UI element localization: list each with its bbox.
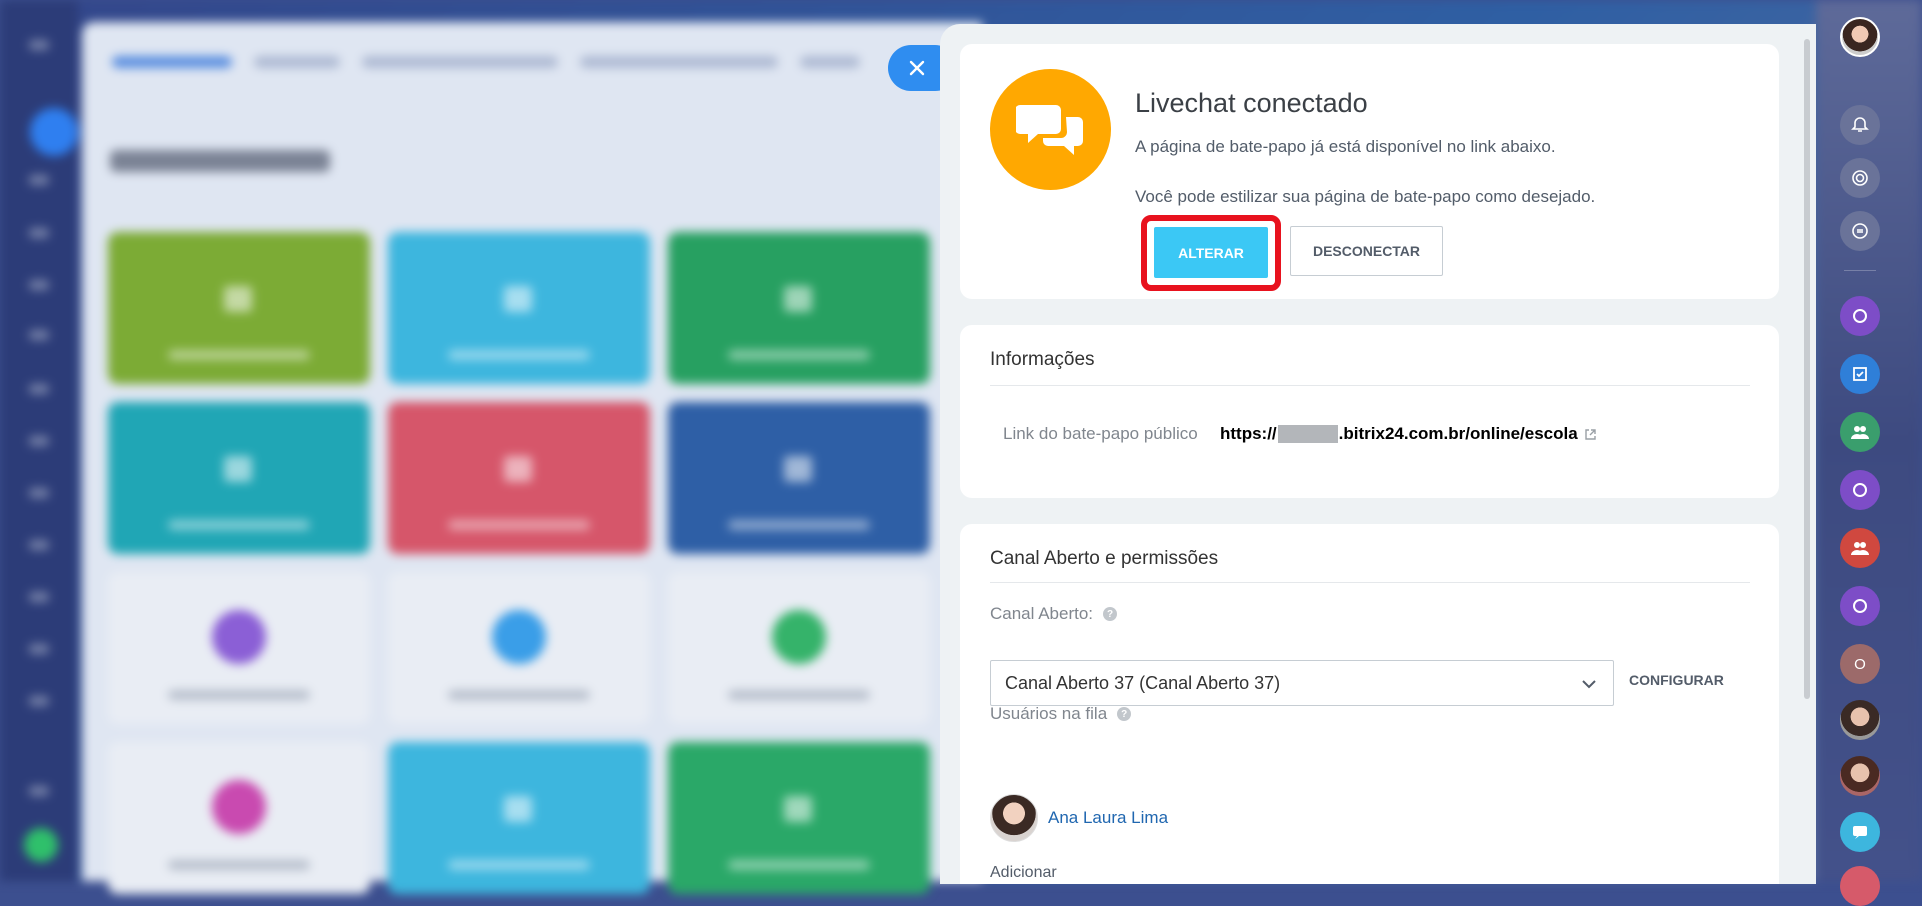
contact-chat-button[interactable] [1840,866,1880,906]
chevron-down-icon [1582,680,1596,689]
divider [990,385,1750,386]
information-title: Informações [990,349,1095,370]
livechat-settings-panel: Livechat conectado A página de bate-papo… [940,24,1816,884]
contact-chat-button[interactable] [1840,756,1880,796]
channel-select-value: Canal Aberto 37 (Canal Aberto 37) [1005,672,1281,693]
panel-scrollbar[interactable] [1804,39,1810,699]
radar-icon [1852,170,1868,186]
desconectar-button[interactable]: DESCONECTAR [1290,226,1443,276]
contact-chat-button[interactable] [1840,700,1880,740]
channels-button[interactable] [1840,158,1880,198]
channel-select[interactable]: Canal Aberto 37 (Canal Aberto 37) [990,660,1614,706]
help-icon[interactable]: ? [1103,607,1118,621]
queue-users-label: Usuários na fila ? [990,704,1132,724]
checklist-icon [1853,367,1867,381]
open-channel-title: Canal Aberto e permissões [990,548,1219,569]
status-title: Livechat conectado [1135,88,1368,118]
user-avatar[interactable] [1840,17,1880,57]
group-chat-button[interactable] [1840,528,1880,568]
contact-chat-button[interactable]: O [1840,644,1880,684]
users-icon [1851,426,1869,439]
queue-user-item[interactable]: Ana Laura Lima [990,794,1168,842]
users-icon [1851,542,1869,555]
tasks-chat-button[interactable] [1840,354,1880,394]
chat-bubbles-icon [990,69,1111,190]
divider [990,582,1750,583]
open-channel-icon [1853,309,1867,323]
sync-chat-button[interactable] [1840,211,1880,251]
status-style-hint: Você pode estilizar sua página de bate-p… [1135,187,1596,206]
connection-status-card: Livechat conectado A página de bate-papo… [960,44,1779,299]
background-left-menu [0,0,78,881]
status-description: A página de bate-papo já está disponível… [1135,137,1556,156]
external-link-icon[interactable] [1584,428,1597,441]
public-chat-link[interactable]: https:// .bitrix24.com.br/online/escola [1220,424,1597,444]
add-user-link[interactable]: Adicionar [990,864,1057,882]
open-channel-chat-button[interactable] [1840,470,1880,510]
link-prefix: https:// [1220,424,1277,443]
background-contact-center [82,22,982,894]
link-suffix: .bitrix24.com.br/online/escola [1338,424,1578,443]
queue-user-name[interactable]: Ana Laura Lima [1048,808,1168,828]
open-channel-chat-button[interactable] [1840,586,1880,626]
letter-avatar: O [1854,655,1866,673]
masked-subdomain [1277,425,1338,443]
open-channel-icon [1853,483,1867,497]
chat-icon [1853,826,1867,839]
group-chat-button[interactable] [1840,412,1880,452]
alterar-button[interactable]: ALTERAR [1154,227,1268,278]
close-icon [909,60,925,76]
configurar-button[interactable]: CONFIGURAR [1629,672,1724,688]
information-card: Informações Link do bate-papo público ht… [960,325,1779,498]
divider [1844,270,1876,271]
open-channel-card: Canal Aberto e permissões Canal Aberto: … [960,524,1779,884]
chat-sync-icon [1852,223,1868,239]
channel-field-label: Canal Aberto: ? [990,604,1118,624]
avatar [990,794,1038,842]
open-channel-chat-button[interactable] [1840,296,1880,336]
open-channel-icon [1853,599,1867,613]
notifications-button[interactable] [1840,105,1880,145]
public-link-label: Link do bate-papo público [1003,424,1198,443]
bell-icon [1851,117,1869,132]
notes-chat-button[interactable] [1840,812,1880,852]
help-icon[interactable]: ? [1117,707,1132,721]
